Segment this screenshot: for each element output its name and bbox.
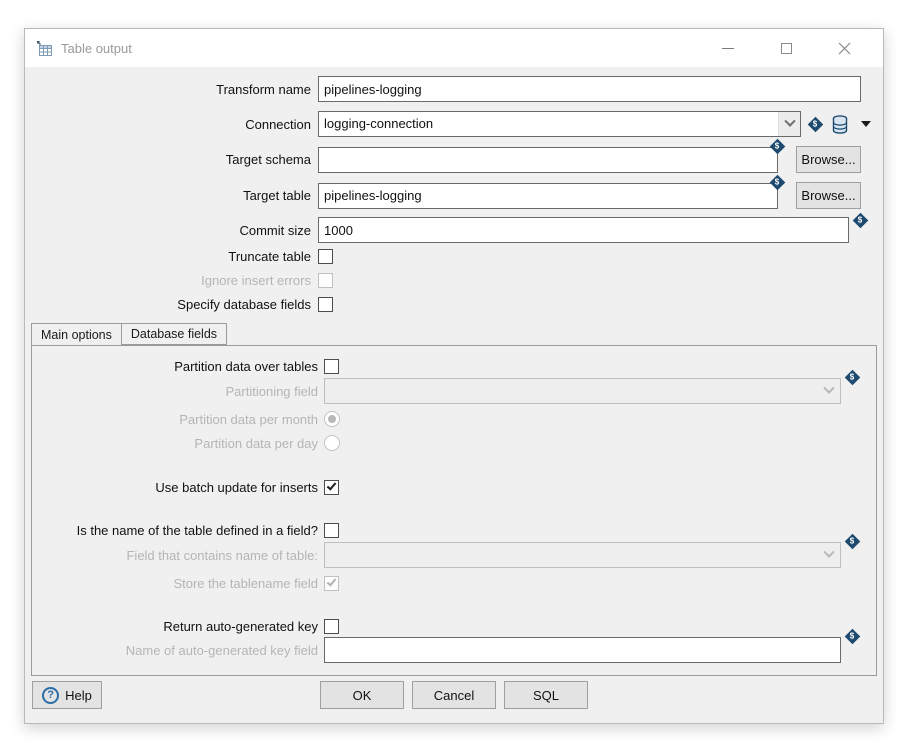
- partitioning-field-row: Partitioning field $: [32, 378, 876, 404]
- partition-per-day-radio: [324, 435, 340, 451]
- check-icon: [327, 576, 337, 586]
- table-output-step-icon: [36, 40, 53, 57]
- transform-name-row: Transform name: [25, 76, 883, 102]
- connection-label: Connection: [25, 117, 318, 132]
- return-auto-key-checkbox[interactable]: [324, 619, 339, 634]
- connection-combo[interactable]: logging-connection: [318, 111, 801, 137]
- target-table-row: Target table $ Browse...: [25, 182, 883, 209]
- radio-dot-icon: [328, 415, 336, 423]
- truncate-table-label: Truncate table: [25, 249, 318, 264]
- commit-size-label: Commit size: [25, 223, 318, 238]
- specify-database-fields-row: Specify database fields: [25, 297, 883, 312]
- main-options-panel: Partition data over tables Partitioning …: [31, 345, 877, 676]
- partition-per-day-label: Partition data per day: [32, 436, 324, 451]
- store-tablename-checkbox: [324, 576, 339, 591]
- auto-key-field-label: Name of auto-generated key field: [32, 643, 324, 658]
- transform-name-label: Transform name: [25, 82, 318, 97]
- minimize-icon: [722, 48, 734, 49]
- batch-update-checkbox[interactable]: [324, 480, 339, 495]
- target-table-browse-button[interactable]: Browse...: [796, 182, 861, 209]
- maximize-button[interactable]: [779, 41, 793, 55]
- check-icon: [327, 480, 337, 490]
- store-tablename-label: Store the tablename field: [32, 576, 324, 591]
- help-button-label: Help: [65, 688, 92, 703]
- ignore-insert-errors-label: Ignore insert errors: [25, 273, 318, 288]
- maximize-icon: [781, 43, 792, 54]
- tab-strip: Main options Database fields: [31, 323, 877, 345]
- partitioning-field-value: [325, 379, 818, 403]
- partitioning-field-label: Partitioning field: [32, 384, 324, 399]
- field-contains-table-name-dropdown-button: [818, 543, 840, 567]
- store-tablename-row: Store the tablename field: [32, 576, 876, 591]
- connection-menu-arrow-icon[interactable]: [861, 121, 871, 127]
- ignore-insert-errors-row: Ignore insert errors: [25, 273, 883, 288]
- field-contains-table-name-value: [325, 543, 818, 567]
- partition-data-checkbox[interactable]: [324, 359, 339, 374]
- target-schema-browse-button[interactable]: Browse...: [796, 146, 861, 173]
- close-button[interactable]: [837, 41, 851, 55]
- variable-icon[interactable]: $: [853, 213, 869, 229]
- target-table-label: Target table: [25, 188, 318, 203]
- specify-database-fields-label: Specify database fields: [25, 297, 318, 312]
- connection-row: Connection logging-connection $: [25, 111, 883, 137]
- ok-button[interactable]: OK: [320, 681, 404, 709]
- help-button[interactable]: ? Help: [32, 681, 102, 709]
- partition-per-month-label: Partition data per month: [32, 412, 324, 427]
- specify-database-fields-checkbox[interactable]: [318, 297, 333, 312]
- ignore-insert-errors-checkbox: [318, 273, 333, 288]
- partition-data-label: Partition data over tables: [32, 359, 324, 374]
- table-output-dialog: Table output Transform name Connection l…: [24, 28, 884, 724]
- batch-update-row: Use batch update for inserts: [32, 480, 876, 495]
- target-table-input[interactable]: [318, 183, 778, 209]
- button-bar: ? Help OK Cancel SQL: [25, 681, 883, 709]
- tab-main-options[interactable]: Main options: [31, 323, 122, 346]
- partition-per-month-row: Partition data per month: [32, 411, 876, 427]
- field-contains-table-name-combo: [324, 542, 841, 568]
- table-name-in-field-row: Is the name of the table defined in a fi…: [32, 523, 876, 538]
- target-schema-input[interactable]: [318, 147, 778, 173]
- options-tab-folder: Main options Database fields Partition d…: [31, 323, 877, 676]
- partitioning-field-dropdown-button: [818, 379, 840, 403]
- variable-icon[interactable]: $: [808, 116, 824, 132]
- target-schema-row: Target schema $ Browse...: [25, 146, 883, 173]
- chevron-down-icon: [823, 383, 834, 394]
- cancel-button[interactable]: Cancel: [412, 681, 496, 709]
- truncate-table-row: Truncate table: [25, 249, 883, 264]
- database-icon[interactable]: [832, 115, 848, 134]
- partitioning-field-combo: [324, 378, 841, 404]
- connection-dropdown-button[interactable]: [778, 112, 800, 136]
- table-name-in-field-checkbox[interactable]: [324, 523, 339, 538]
- commit-size-input[interactable]: [318, 217, 849, 243]
- help-icon: ?: [42, 687, 59, 704]
- field-contains-table-name-label: Field that contains name of table:: [32, 548, 324, 563]
- sql-button[interactable]: SQL: [504, 681, 588, 709]
- chevron-down-icon: [784, 116, 795, 127]
- batch-update-label: Use batch update for inserts: [32, 480, 324, 495]
- transform-name-input[interactable]: [318, 76, 861, 102]
- titlebar: Table output: [25, 29, 883, 67]
- minimize-button[interactable]: [721, 41, 735, 55]
- commit-size-row: Commit size $: [25, 217, 883, 243]
- window-title: Table output: [61, 41, 132, 56]
- partition-per-day-row: Partition data per day: [32, 435, 876, 451]
- auto-key-field-input[interactable]: [324, 637, 841, 663]
- close-icon: [838, 42, 851, 55]
- table-name-in-field-label: Is the name of the table defined in a fi…: [32, 523, 324, 538]
- connection-value: logging-connection: [319, 112, 778, 136]
- partition-data-row: Partition data over tables: [32, 359, 876, 374]
- chevron-down-icon: [823, 547, 834, 558]
- field-contains-table-name-row: Field that contains name of table: $: [32, 542, 876, 568]
- truncate-table-checkbox[interactable]: [318, 249, 333, 264]
- return-auto-key-row: Return auto-generated key: [32, 619, 876, 634]
- return-auto-key-label: Return auto-generated key: [32, 619, 324, 634]
- target-schema-label: Target schema: [25, 152, 318, 167]
- partition-per-month-radio: [324, 411, 340, 427]
- tab-database-fields[interactable]: Database fields: [122, 323, 227, 345]
- auto-key-field-row: Name of auto-generated key field $: [32, 637, 876, 663]
